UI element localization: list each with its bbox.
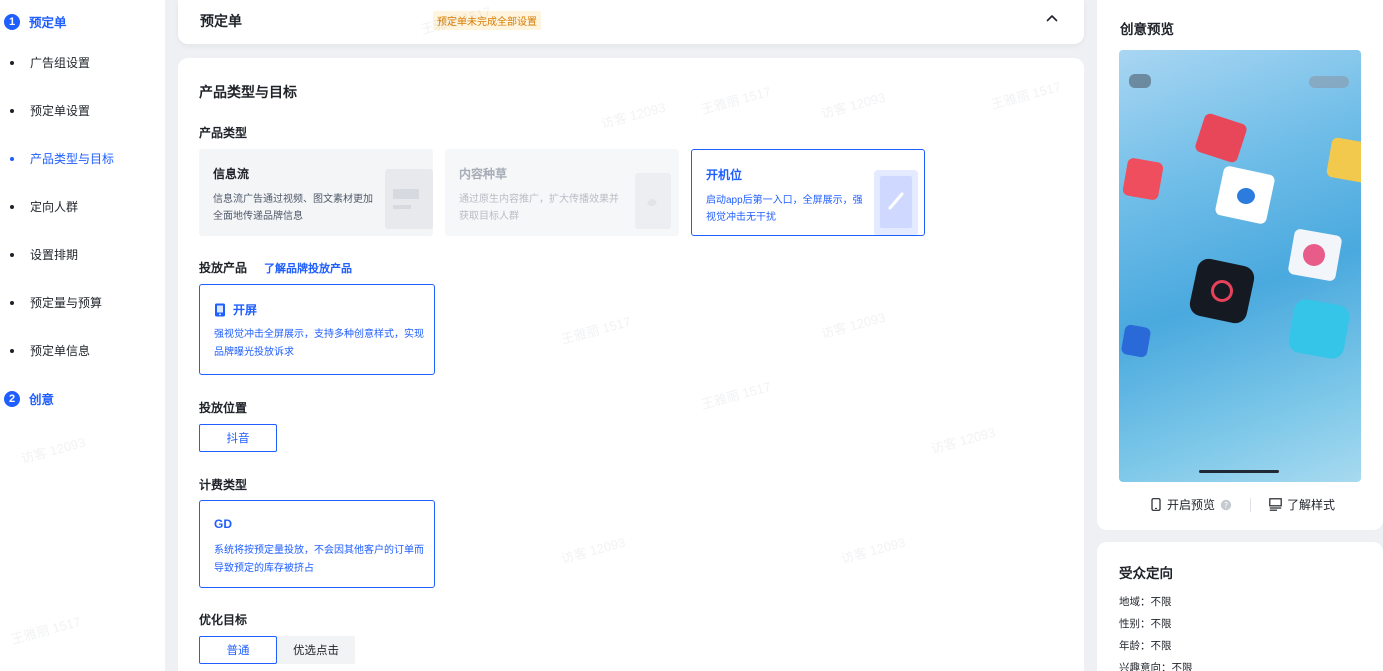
placement-douyin-option[interactable]: 抖音 bbox=[199, 424, 277, 452]
preview-image bbox=[1119, 50, 1361, 482]
card-title: GD bbox=[214, 517, 232, 531]
card-desc: 信息流广告通过视频、图文素材更加全面地传递品牌信息 bbox=[213, 194, 373, 222]
card-title: 信息流 bbox=[213, 167, 250, 181]
left-nav: 1 预定单 广告组设置 预定单设置 产品类型与目标 定向人群 设置排期 预定量与… bbox=[0, 0, 165, 671]
nav-item-volume-budget[interactable]: 预定量与预算 bbox=[10, 294, 102, 311]
nav-item-label: 预定量与预算 bbox=[30, 296, 103, 310]
product-type-label: 产品类型 bbox=[199, 126, 248, 140]
step-creative[interactable]: 2 创意 bbox=[4, 389, 54, 408]
feed-illustration-icon bbox=[385, 169, 433, 229]
nav-item-label: 预定单信息 bbox=[30, 344, 91, 358]
page-title: 预定单 bbox=[200, 13, 242, 29]
help-icon[interactable]: ? bbox=[1220, 499, 1232, 511]
nav-item-target-audience[interactable]: 定向人群 bbox=[10, 198, 78, 215]
card-desc: 强视觉冲击全屏展示，支持多种创意样式，实现品牌曝光投放诉求 bbox=[214, 329, 424, 358]
step-number-2: 2 bbox=[4, 390, 20, 407]
phone-outline-icon bbox=[1151, 498, 1161, 511]
prebook-header: 预定单 预定单未完成全部设置 bbox=[178, 0, 1084, 44]
card-desc: 启动app后第一入口，全屏展示，强视觉冲击无干扰 bbox=[706, 195, 863, 223]
nav-item-label: 预定单设置 bbox=[30, 104, 91, 118]
section-title: 产品类型与目标 bbox=[199, 84, 297, 100]
nav-item-prebook-settings[interactable]: 预定单设置 bbox=[10, 102, 90, 119]
placement-label: 投放位置 bbox=[199, 401, 248, 415]
learn-style-button[interactable]: 了解样式 bbox=[1269, 496, 1335, 513]
card-title: 开屏 bbox=[233, 303, 258, 317]
nav-item-label: 定向人群 bbox=[30, 200, 79, 214]
card-desc: 系统将按预定量投放，不会因其他客户的订单而导致预定的库存被挤占 bbox=[214, 545, 424, 574]
optimization-goal-label: 优化目标 bbox=[199, 613, 248, 627]
card-title: 开机位 bbox=[706, 168, 743, 182]
nav-item-prebook-info[interactable]: 预定单信息 bbox=[10, 342, 90, 359]
layout-icon bbox=[1269, 498, 1282, 511]
billing-gd-card[interactable]: GD 系统将按预定量投放，不会因其他客户的订单而导致预定的库存被挤占 bbox=[199, 500, 435, 588]
step-prebook[interactable]: 1 预定单 bbox=[4, 12, 67, 31]
divider bbox=[1250, 497, 1252, 512]
nav-item-schedule[interactable]: 设置排期 bbox=[10, 246, 78, 263]
chevron-up-icon[interactable] bbox=[1044, 10, 1060, 26]
open-preview-button[interactable]: 开启预览 ? bbox=[1151, 496, 1232, 513]
product-type-content-card: 内容种草 通过原生内容推广，扩大传播效果并获取目标人群 bbox=[445, 149, 679, 236]
phone-icon bbox=[215, 303, 225, 316]
product-type-splash-card[interactable]: 开机位 启动app后第一入口，全屏展示，强视觉冲击无干扰 bbox=[691, 149, 925, 236]
goal-normal-option[interactable]: 普通 bbox=[199, 636, 277, 664]
right-panel: 创意预览 开启预览 ? 了解样式 受众定向 地域：不限 性别：不限 年龄：不限 … bbox=[1097, 0, 1383, 671]
preview-actions: 开启预览 ? 了解样式 bbox=[1151, 496, 1335, 513]
goal-preferred-click-option[interactable]: 优选点击 bbox=[277, 636, 355, 664]
audience-row-region: 地域：不限 bbox=[1119, 596, 1172, 608]
product-type-feed-card[interactable]: 信息流 信息流广告通过视频、图文素材更加全面地传递品牌信息 bbox=[199, 149, 433, 236]
card-desc: 通过原生内容推广，扩大传播效果并获取目标人群 bbox=[459, 194, 619, 222]
step-number-1: 1 bbox=[4, 13, 20, 30]
card-title: 内容种草 bbox=[459, 167, 508, 181]
splash-illustration-icon bbox=[874, 170, 918, 235]
audience-card: 受众定向 地域：不限 性别：不限 年龄：不限 兴趣意向：不限 bbox=[1097, 542, 1383, 671]
billing-type-label: 计费类型 bbox=[199, 478, 248, 492]
product-type-section: 产品类型与目标 产品类型 信息流 信息流广告通过视频、图文素材更加全面地传递品牌… bbox=[178, 58, 1084, 671]
learn-brand-products-link[interactable]: 了解品牌投放产品 bbox=[264, 260, 352, 276]
open-preview-label: 开启预览 bbox=[1167, 498, 1216, 512]
delivery-product-splash-card[interactable]: 开屏 强视觉冲击全屏展示，支持多种创意样式，实现品牌曝光投放诉求 bbox=[199, 284, 435, 375]
step-label-1: 预定单 bbox=[29, 16, 67, 30]
nav-item-label: 产品类型与目标 bbox=[30, 152, 115, 166]
learn-style-label: 了解样式 bbox=[1287, 498, 1336, 512]
svg-text:?: ? bbox=[1224, 501, 1228, 510]
creative-preview-card: 创意预览 开启预览 ? 了解样式 bbox=[1097, 0, 1383, 530]
step-label-2: 创意 bbox=[29, 393, 55, 407]
audience-row-age: 年龄：不限 bbox=[1119, 640, 1172, 652]
nav-item-label: 设置排期 bbox=[30, 248, 79, 262]
audience-row-gender: 性别：不限 bbox=[1119, 618, 1172, 630]
nav-item-product-type[interactable]: 产品类型与目标 bbox=[10, 150, 114, 167]
audience-title: 受众定向 bbox=[1119, 566, 1173, 581]
audience-row-interest: 兴趣意向：不限 bbox=[1119, 662, 1193, 671]
warning-badge: 预定单未完成全部设置 bbox=[433, 11, 541, 30]
nav-item-label: 广告组设置 bbox=[30, 56, 91, 70]
nav-item-adgroup-settings[interactable]: 广告组设置 bbox=[10, 54, 90, 71]
preview-title: 创意预览 bbox=[1120, 22, 1174, 37]
delivery-product-label: 投放产品 bbox=[199, 261, 248, 275]
content-illustration-icon bbox=[635, 173, 671, 229]
